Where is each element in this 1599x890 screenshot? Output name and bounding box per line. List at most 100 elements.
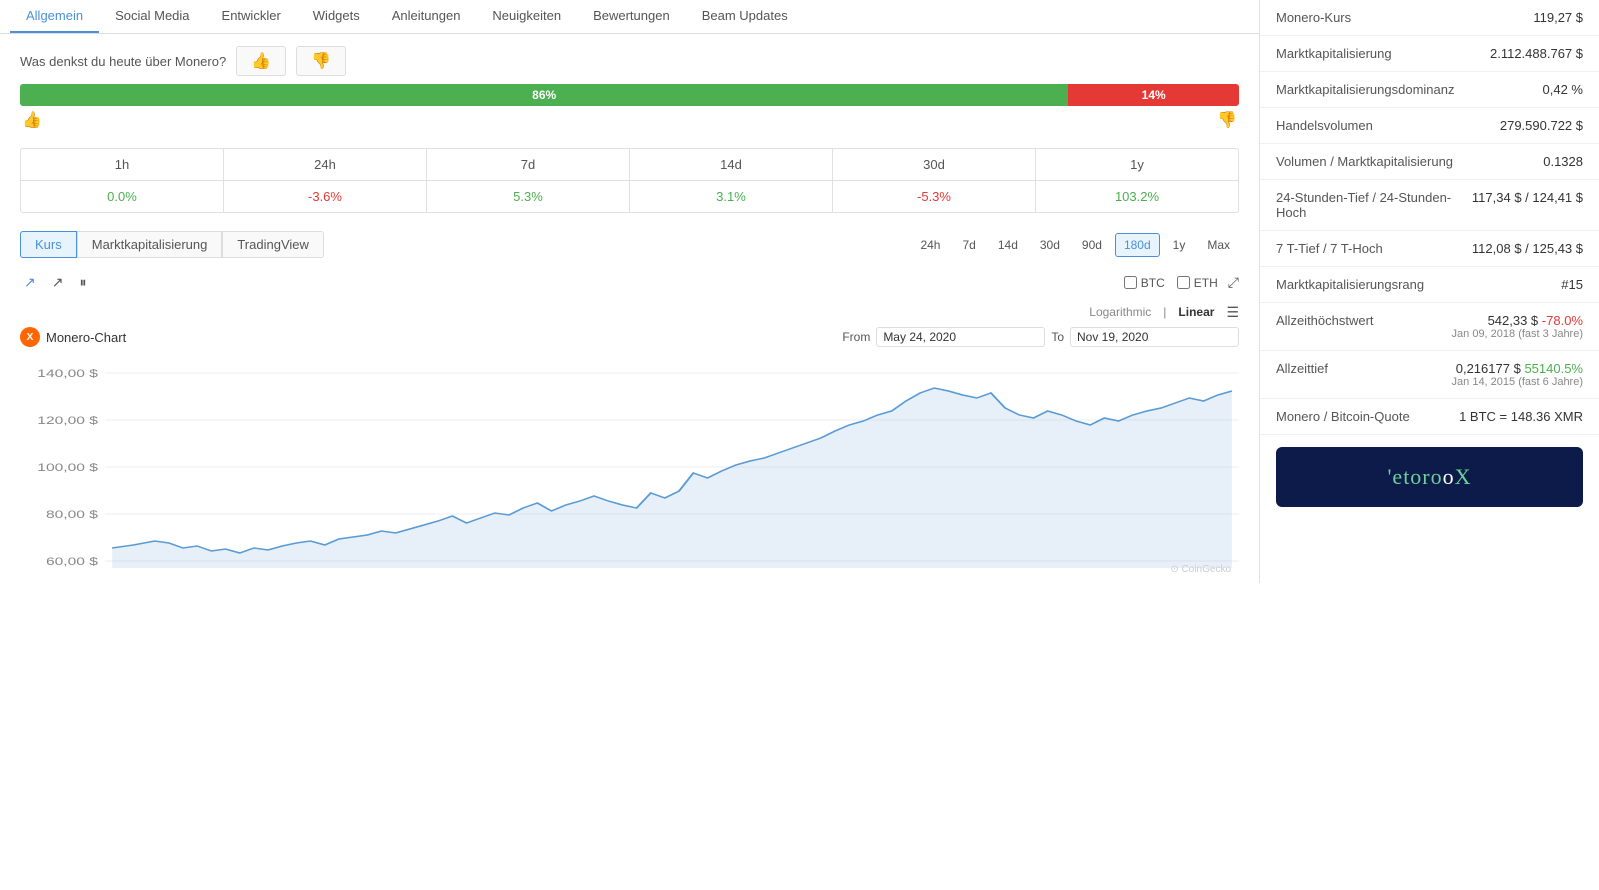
header-7d: 7d [427,149,630,180]
scale-separator: | [1163,305,1166,319]
stat-value-btc-quote: 1 BTC = 148.36 XMR [1459,409,1583,424]
stat-value-7t-range: 112,08 $ / 125,43 $ [1472,241,1583,256]
value-24h: -3.6% [224,181,427,212]
tab-neuigkeiten[interactable]: Neuigkeiten [476,0,577,33]
stats-table: Monero-Kurs 119,27 $ Marktkapitalisierun… [1260,0,1599,435]
stat-row-atl: Allzeittief 0,216177 $ 55140.5% Jan 14, … [1260,351,1599,399]
to-date-input[interactable] [1070,327,1239,347]
chart-title: X Monero-Chart [20,327,126,347]
thumbs-down-button[interactable]: 👎 [296,46,346,76]
tab-social-media[interactable]: Social Media [99,0,205,33]
stat-row-handelsvolumen: Handelsvolumen 279.590.722 $ [1260,108,1599,144]
header-1y: 1y [1036,149,1238,180]
tab-widgets[interactable]: Widgets [297,0,376,33]
stat-label-ath: Allzeithöchstwert [1276,313,1452,328]
value-1h: 0.0% [21,181,224,212]
negative-sentiment-icon: 👎 [1217,110,1237,130]
to-label: To [1051,330,1064,344]
scale-controls: Logarithmic | Linear ☰ [0,299,1259,321]
stat-label-btc-quote: Monero / Bitcoin-Quote [1276,409,1459,424]
stat-label-dominanz: Marktkapitalisierungsdominanz [1276,82,1543,97]
tab-beam-updates[interactable]: Beam Updates [686,0,804,33]
stat-value-dominanz: 0,42 % [1543,82,1583,97]
chart-sub-controls: ↗ ↗ ⏸ BTC ETH ⤢ [0,266,1259,299]
stat-row-marktkapitalisierung: Marktkapitalisierung 2.112.488.767 $ [1260,36,1599,72]
from-date-input[interactable] [876,327,1045,347]
candlestick-icon[interactable]: ↗ [48,270,68,295]
thumbs-up-button[interactable]: 👍 [236,46,286,76]
time-btn-30d[interactable]: 30d [1031,233,1069,257]
btc-label: BTC [1141,276,1165,290]
time-btn-1y[interactable]: 1y [1164,233,1195,257]
price-chart-svg: 140,00 $ 120,00 $ 100,00 $ 80,00 $ 60,00… [20,353,1239,583]
stat-label-handelsvolumen: Handelsvolumen [1276,118,1500,133]
eth-checkbox[interactable] [1177,276,1190,289]
from-label: From [842,330,870,344]
stat-row-ath: Allzeithöchstwert 542,33 $ -78.0% Jan 09… [1260,303,1599,351]
stat-value-handelsvolumen: 279.590.722 $ [1500,118,1583,133]
sentiment-bar-red: 14% [1068,84,1239,106]
sentiment-bar: 86% 14% [20,84,1239,106]
chart-svg-container: 140,00 $ 120,00 $ 100,00 $ 80,00 $ 60,00… [20,353,1239,583]
time-btn-max[interactable]: Max [1198,233,1239,257]
time-btn-14d[interactable]: 14d [989,233,1027,257]
etoro-logo: 'etorooX [1387,464,1471,490]
time-btn-7d[interactable]: 7d [953,233,984,257]
value-1y: 103.2% [1036,181,1238,212]
tab-entwickler[interactable]: Entwickler [206,0,297,33]
stat-row-kurs: Monero-Kurs 119,27 $ [1260,0,1599,36]
sentiment-question: Was denkst du heute über Monero? 👍 👎 [20,46,1239,76]
time-btn-90d[interactable]: 90d [1073,233,1111,257]
y-label-60: 60,00 $ [46,555,99,567]
tab-anleitungen[interactable]: Anleitungen [376,0,477,33]
price-table-values: 0.0% -3.6% 5.3% 3.1% -5.3% 103.2% [21,181,1238,212]
price-change-table: 1h 24h 7d 14d 30d 1y 0.0% -3.6% 5.3% 3.1… [20,148,1239,213]
stat-label-marktkapitalisierung: Marktkapitalisierung [1276,46,1490,61]
chart-tab-tradingview[interactable]: TradingView [222,231,324,258]
chart-time-controls: 24h 7d 14d 30d 90d 180d 1y Max [911,233,1239,257]
y-label-100: 100,00 $ [37,461,98,473]
stat-label-rang: Marktkapitalisierungsrang [1276,277,1561,292]
eth-label: ETH [1194,276,1218,290]
value-7d: 5.3% [427,181,630,212]
time-btn-24h[interactable]: 24h [911,233,949,257]
stat-value-ath: 542,33 $ -78.0% Jan 09, 2018 (fast 3 Jah… [1452,313,1583,340]
time-btn-180d[interactable]: 180d [1115,233,1160,257]
right-panel: Monero-Kurs 119,27 $ Marktkapitalisierun… [1259,0,1599,583]
btc-checkbox[interactable] [1124,276,1137,289]
stat-row-rang: Marktkapitalisierungsrang #15 [1260,267,1599,303]
logarithmic-scale-button[interactable]: Logarithmic [1085,303,1155,321]
stat-value-marktkapitalisierung: 2.112.488.767 $ [1490,46,1583,61]
chart-menu-button[interactable]: ☰ [1226,304,1239,321]
header-24h: 24h [224,149,427,180]
line-chart-icon[interactable]: ↗ [20,270,40,295]
tab-allgemein[interactable]: Allgemein [10,0,99,33]
stat-value-volumen-markt: 0.1328 [1543,154,1583,169]
positive-sentiment-icon: 👍 [22,110,42,130]
nav-tabs: Allgemein Social Media Entwickler Widget… [0,0,1259,34]
y-label-80: 80,00 $ [46,508,99,520]
stat-row-24h-range: 24-Stunden-Tief / 24-Stunden-Hoch 117,34… [1260,180,1599,231]
tab-bewertungen[interactable]: Bewertungen [577,0,686,33]
y-label-140: 140,00 $ [37,367,98,379]
stat-value-atl: 0,216177 $ 55140.5% Jan 14, 2015 (fast 6… [1452,361,1583,388]
header-1h: 1h [21,149,224,180]
chart-area: X Monero-Chart From To [0,321,1259,583]
btc-checkbox-label[interactable]: BTC [1124,276,1165,290]
linear-scale-button[interactable]: Linear [1174,303,1218,321]
price-table-header: 1h 24h 7d 14d 30d 1y [21,149,1238,181]
header-30d: 30d [833,149,1036,180]
stat-row-dominanz: Marktkapitalisierungsdominanz 0,42 % [1260,72,1599,108]
expand-button[interactable]: ⤢ [1228,274,1239,291]
header-14d: 14d [630,149,833,180]
value-30d: -5.3% [833,181,1036,212]
chart-icon-buttons: ↗ ↗ ⏸ [20,270,90,295]
stat-label-atl: Allzeittief [1276,361,1452,376]
watermark-text: ⊙ CoinGecko [1170,564,1231,575]
value-14d: 3.1% [630,181,833,212]
bar-chart-icon[interactable]: ⏸ [75,270,90,295]
etoro-banner[interactable]: 'etorooX [1276,447,1583,507]
eth-checkbox-label[interactable]: ETH [1177,276,1218,290]
chart-tab-marktkapitalisierung[interactable]: Marktkapitalisierung [77,231,223,258]
chart-tab-kurs[interactable]: Kurs [20,231,77,258]
